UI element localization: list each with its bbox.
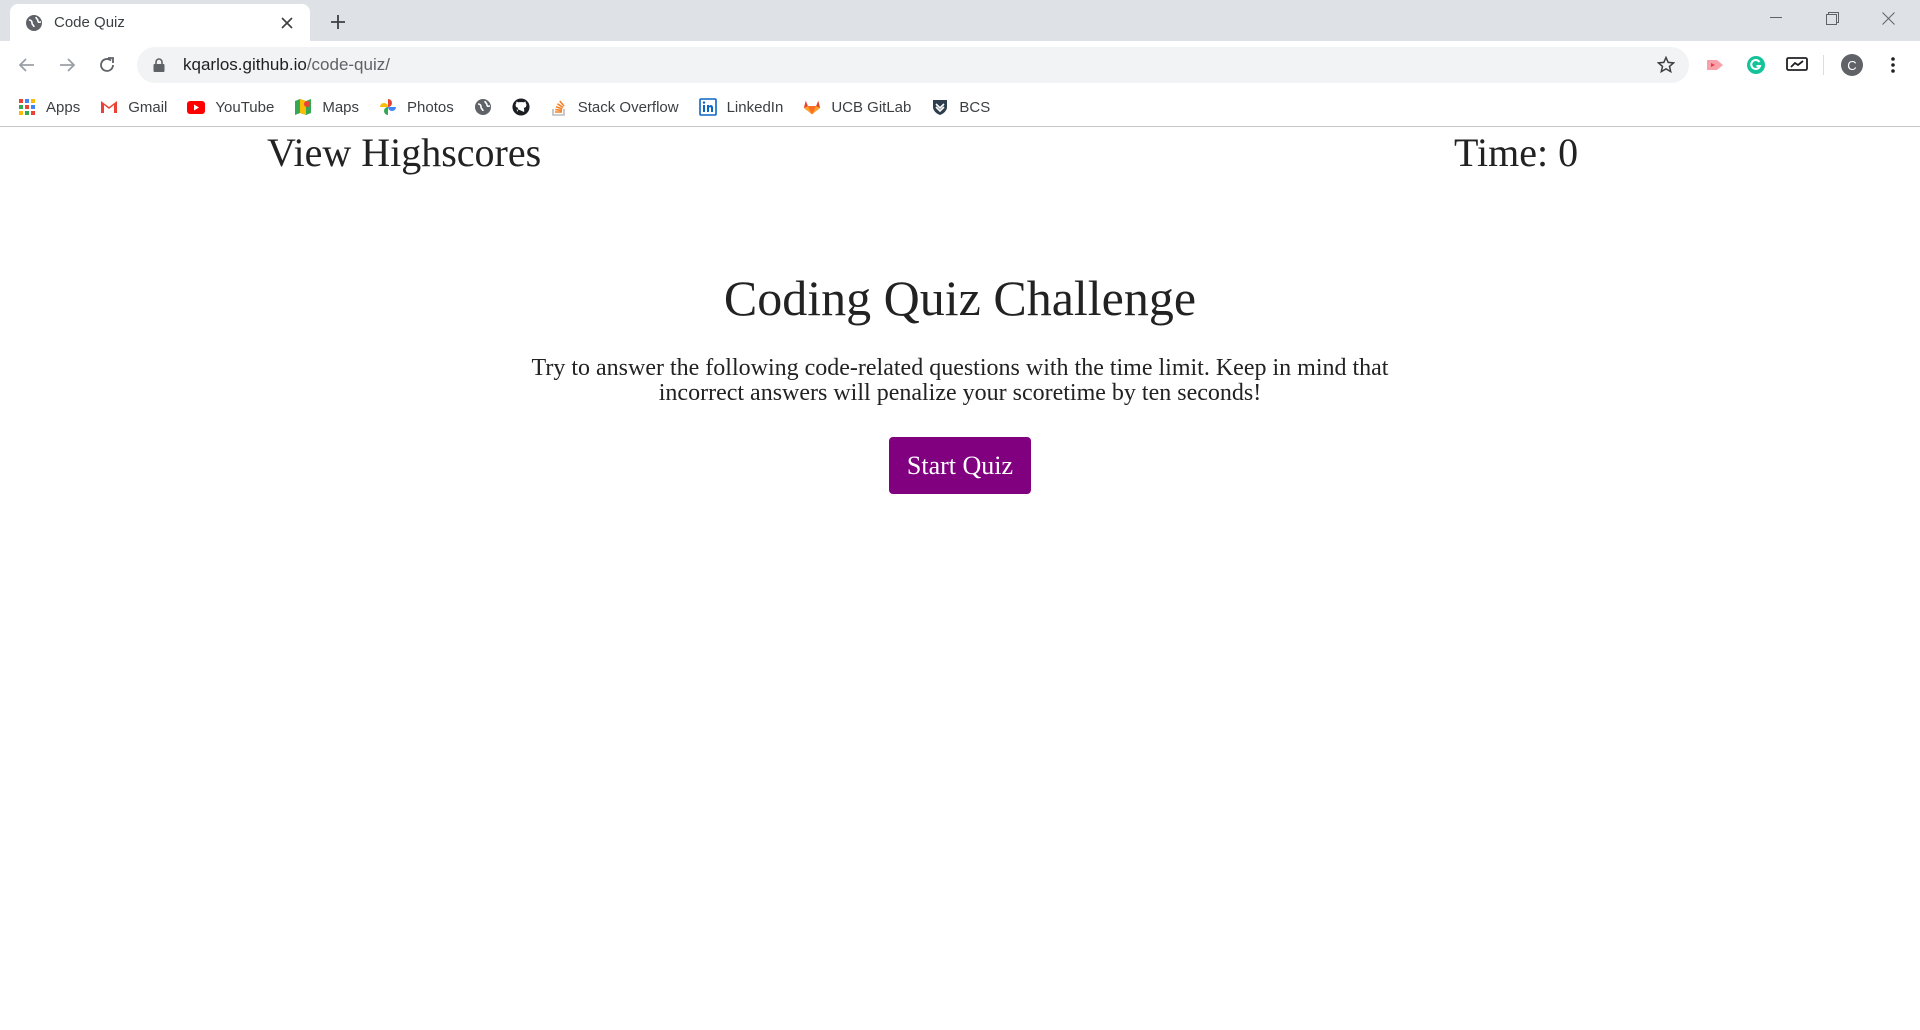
view-highscores-link[interactable]: View Highscores — [267, 129, 541, 176]
bookmark-globe[interactable] — [474, 93, 492, 121]
restore-icon[interactable] — [1804, 0, 1860, 36]
bookmark-gmail[interactable]: Gmail — [100, 93, 167, 121]
bookmark-label: LinkedIn — [726, 98, 784, 116]
reload-icon[interactable] — [92, 50, 122, 80]
bcs-shield-icon — [931, 98, 949, 116]
bookmark-label: Apps — [46, 98, 81, 116]
stackoverflow-icon — [550, 98, 568, 116]
screen-extension-icon[interactable] — [1784, 52, 1810, 78]
tab-title: Code Quiz — [54, 14, 125, 31]
gmail-icon — [100, 98, 118, 116]
page-title: Coding Quiz Challenge — [723, 270, 1197, 326]
globe-icon — [24, 13, 44, 33]
bookmarks-bar: Apps Gmail YouTube Maps Photos Stack Ove… — [0, 88, 1920, 127]
bookmark-apps[interactable]: Apps — [18, 93, 80, 121]
start-quiz-button[interactable]: Start Quiz — [889, 437, 1031, 494]
new-tab-button[interactable] — [325, 9, 351, 35]
bookmark-stack-overflow[interactable]: Stack Overflow — [550, 93, 679, 121]
bookmark-maps[interactable]: Maps — [294, 93, 359, 121]
bookmark-github[interactable] — [512, 93, 530, 121]
minimize-icon[interactable] — [1748, 0, 1804, 36]
address-bar[interactable]: kqarlos.github.io/code-quiz/ — [137, 47, 1689, 83]
apps-grid-icon — [18, 98, 36, 116]
grammarly-icon[interactable] — [1743, 52, 1769, 78]
browser-toolbar: kqarlos.github.io/code-quiz/ C — [0, 41, 1920, 88]
bookmark-bcs[interactable]: BCS — [931, 93, 990, 121]
url-text: kqarlos.github.io/code-quiz/ — [183, 55, 390, 75]
bookmark-label: Photos — [407, 98, 454, 116]
page-content: View Highscores Time: 0 Coding Quiz Chal… — [0, 127, 1920, 1030]
youtube-icon — [187, 98, 206, 116]
forward-arrow-icon[interactable] — [52, 50, 82, 80]
close-tab-icon[interactable] — [276, 12, 298, 34]
photos-icon — [379, 98, 397, 116]
profile-avatar[interactable]: C — [1839, 52, 1865, 78]
url-path: /code-quiz/ — [306, 55, 390, 74]
lock-icon[interactable] — [151, 57, 167, 73]
extension-cast-icon[interactable] — [1702, 52, 1728, 78]
menu-kebab-icon[interactable] — [1880, 52, 1906, 78]
linkedin-icon — [698, 98, 717, 116]
profile-initial: C — [1847, 57, 1857, 73]
bookmark-label: Stack Overflow — [577, 98, 679, 116]
browser-tab[interactable]: Code Quiz — [10, 4, 310, 41]
bookmark-label: BCS — [959, 98, 991, 116]
bookmark-ucb-gitlab[interactable]: UCB GitLab — [803, 93, 911, 121]
toolbar-divider — [1823, 55, 1824, 75]
bookmark-label: UCB GitLab — [831, 98, 912, 116]
bookmark-label: Gmail — [128, 98, 168, 116]
intro-text: Try to answer the following code-related… — [531, 355, 1389, 406]
close-window-icon[interactable] — [1860, 0, 1916, 36]
bookmark-label: YouTube — [215, 98, 275, 116]
url-host: kqarlos.github.io — [183, 55, 307, 74]
maps-icon — [294, 98, 312, 116]
bookmark-youtube[interactable]: YouTube — [187, 93, 274, 121]
globe-icon — [474, 98, 492, 116]
bookmark-star-icon[interactable] — [1655, 54, 1677, 76]
back-arrow-icon[interactable] — [12, 50, 42, 80]
gitlab-icon — [803, 98, 821, 116]
timer-display: Time: 0 — [1454, 130, 1579, 175]
bookmark-linkedin[interactable]: LinkedIn — [698, 93, 784, 121]
bookmark-label: Maps — [322, 98, 360, 116]
github-icon — [512, 98, 530, 116]
tab-strip: Code Quiz — [0, 0, 1920, 41]
bookmark-photos[interactable]: Photos — [379, 93, 454, 121]
